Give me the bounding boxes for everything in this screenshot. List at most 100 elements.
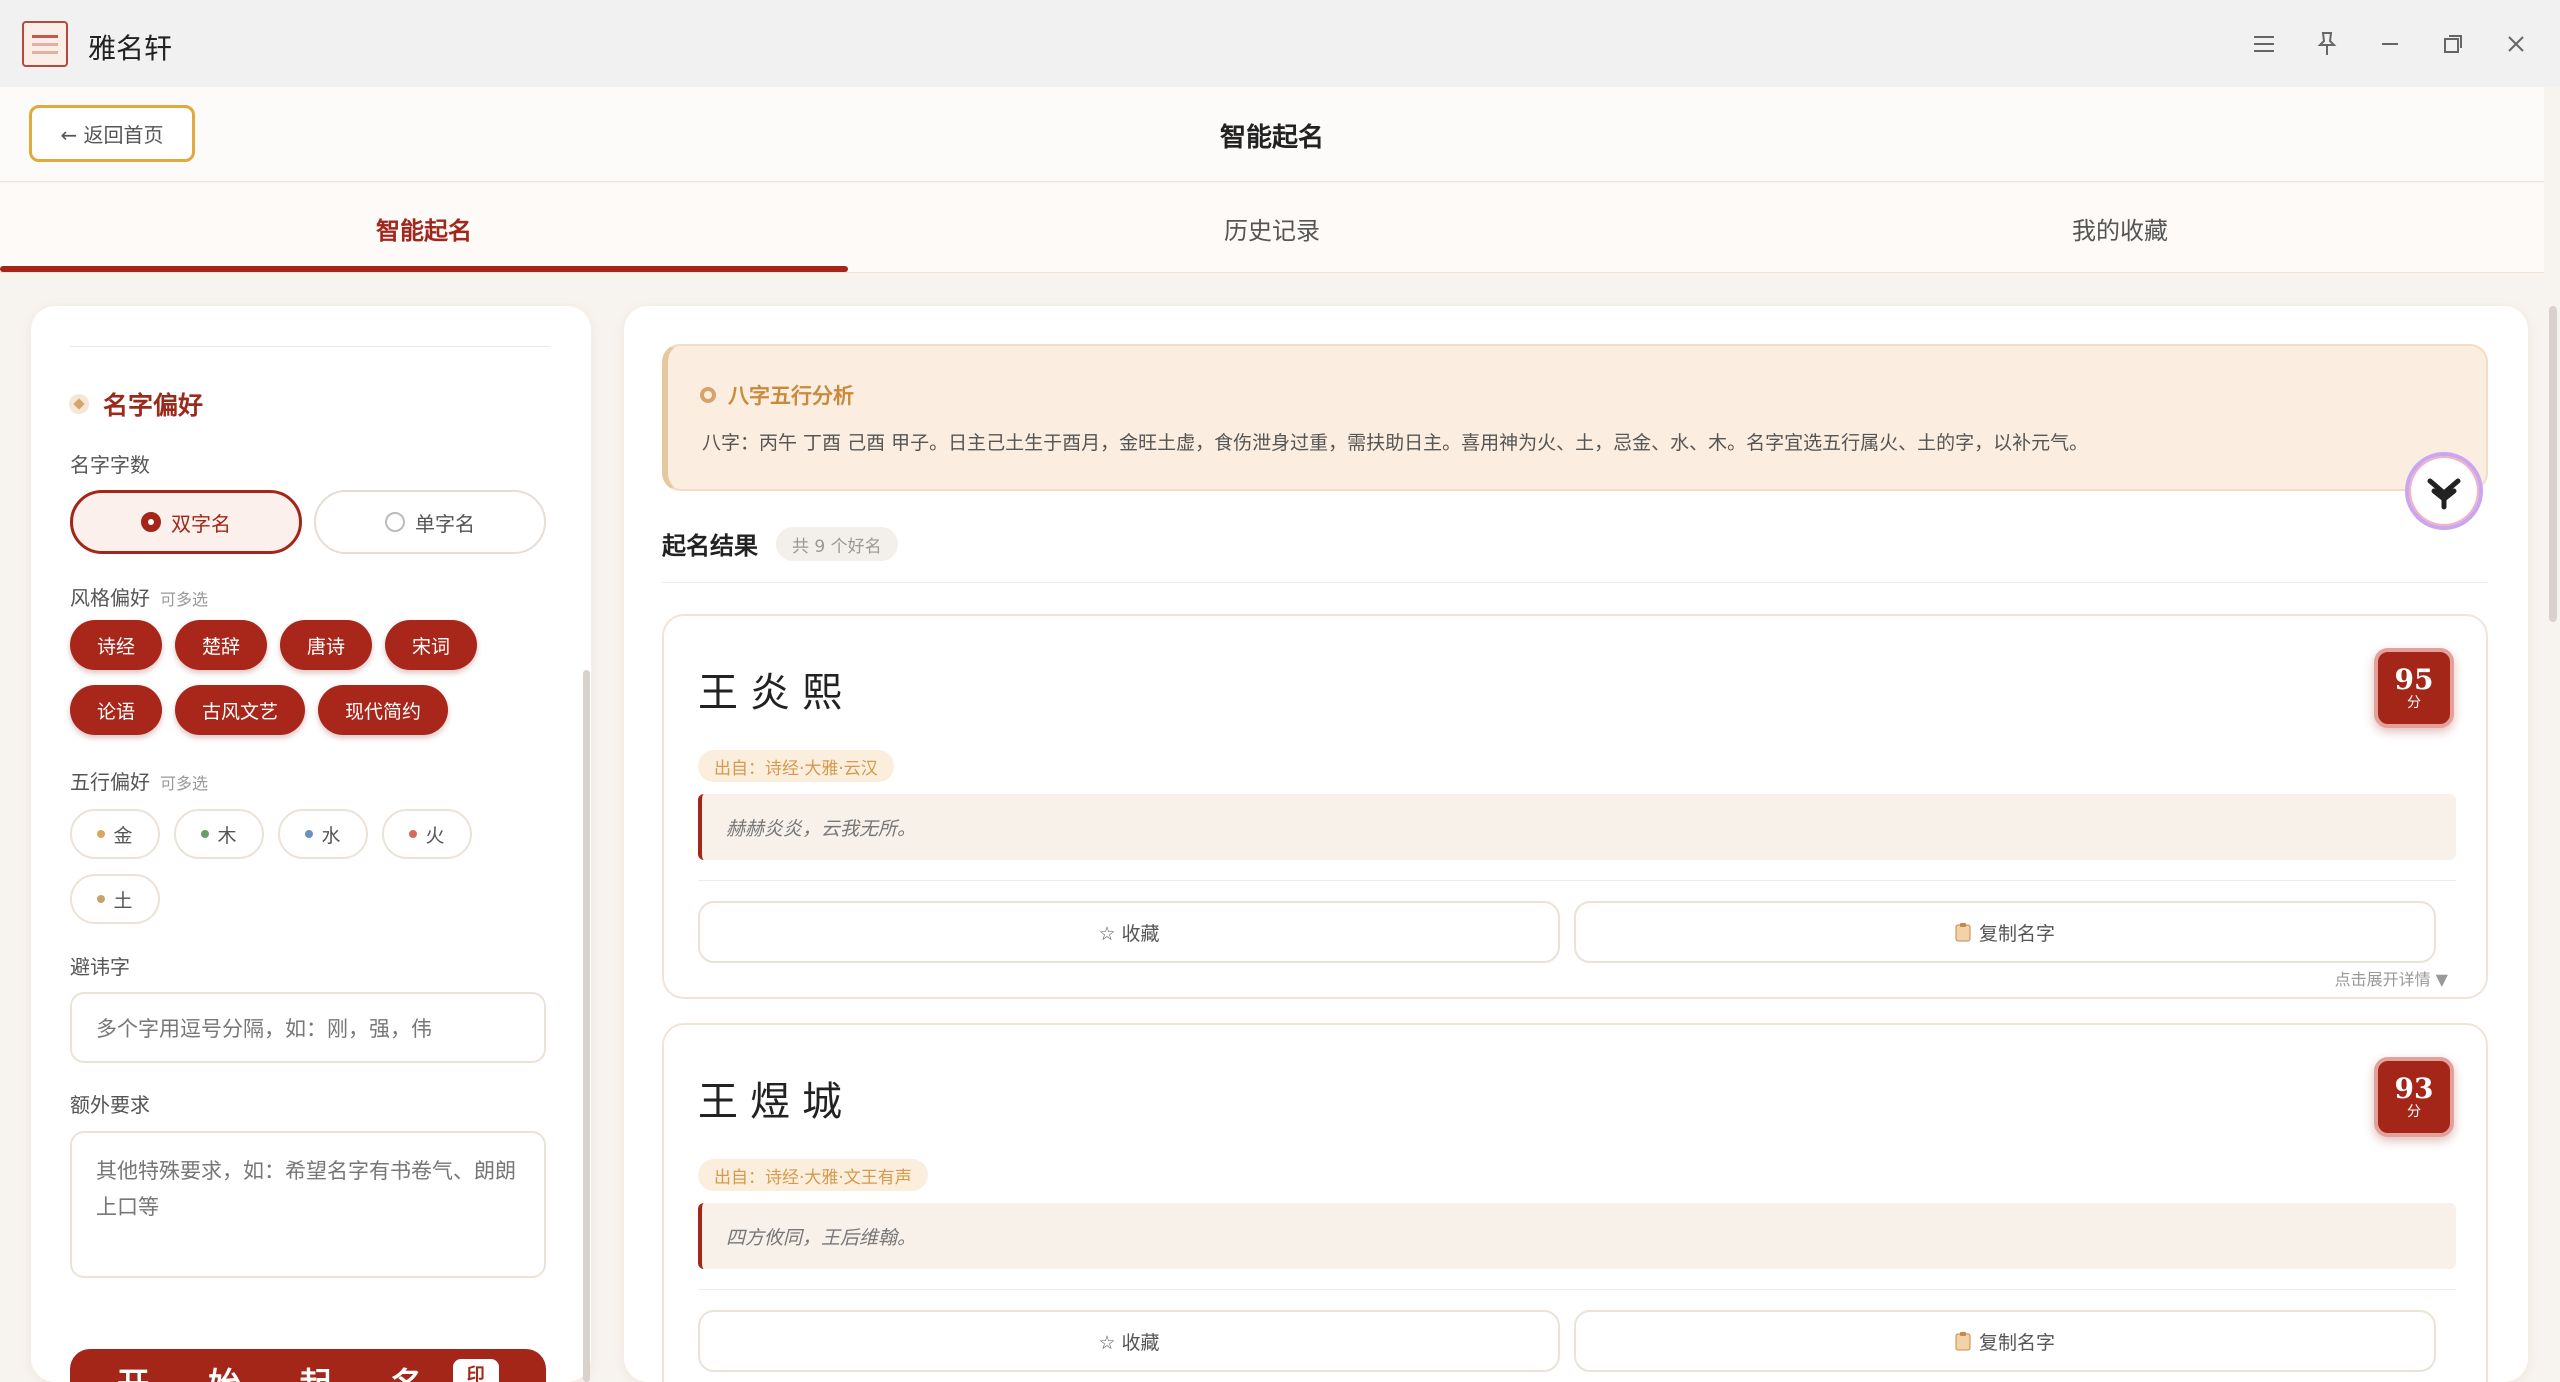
score-unit: 分 [2407,695,2421,711]
copy-name-button[interactable]: 复制名字 [1574,901,2436,963]
water-dot-icon [305,830,314,838]
source-tag: 出自：诗经·大雅·云汉 [698,750,894,782]
score-value: 95 [2394,663,2434,696]
seal-badge: 印 [452,1359,499,1382]
wuxing-label-text: 五行偏好 [70,770,150,794]
tab-bar: 智能起名 历史记录 我的收藏 [0,183,2544,273]
radio-unchecked-icon [385,512,405,532]
style-label: 风格偏好 可多选 [70,582,208,611]
wuxing-hint: 可多选 [160,774,209,793]
style-chip-gufeng[interactable]: 古风文艺 [175,685,305,735]
tab-history[interactable]: 历史记录 [848,183,1696,273]
copy-name-label: 复制名字 [1978,1331,2055,1354]
maximize-icon[interactable] [2433,24,2473,64]
style-hint: 可多选 [160,590,209,609]
wuxing-chip-metal[interactable]: 金 [70,809,160,859]
wuxing-label: 五行偏好 可多选 [70,766,208,795]
style-chip-songci[interactable]: 宋词 [385,620,477,670]
results-panel: 八字五行分析 八字：丙午 丁酉 己酉 甲子。日主己土生于酉月，金旺土虚，食伤泄身… [624,306,2528,1382]
clipboard-icon [1955,923,1971,942]
assistant-float-button[interactable] [2405,452,2483,530]
extra-requirements-textarea[interactable]: 其他特殊要求，如：希望名字有书卷气、朗朗上口等 [70,1131,546,1278]
tab-smart-naming[interactable]: 智能起名 [0,183,848,273]
bazi-title: 八字五行分析 [700,380,854,410]
preferences-section-title: 名字偏好 [69,386,203,422]
results-count-badge: 共 9 个好名 [776,527,898,561]
close-icon[interactable] [2496,24,2536,64]
divider [662,582,2488,583]
name-card[interactable]: 王煜城 93 分 出自：诗经·大雅·文王有声 四方攸同，王后维翰。 ☆ 收藏 复… [662,1023,2488,1382]
wuxing-chip-label: 金 [113,824,133,847]
divider [698,880,2456,881]
start-naming-label: 开 始 起 名 [117,1359,446,1382]
menu-icon[interactable] [2244,24,2284,64]
preferences-title-text: 名字偏好 [103,391,204,420]
source-quote: 四方攸同，王后维翰。 [698,1203,2456,1269]
radio-single-char[interactable]: 单字名 [314,490,546,554]
tab-favorites[interactable]: 我的收藏 [1696,183,2544,273]
wuxing-chip-earth[interactable]: 土 [70,874,160,924]
extra-label: 额外要求 [70,1093,150,1117]
coin-icon [700,387,716,403]
metal-dot-icon [97,830,106,838]
copy-name-label: 复制名字 [1978,922,2055,945]
avoid-chars-placeholder: 多个字用逗号分隔，如：刚，强，伟 [96,1016,432,1041]
score-badge: 93 分 [2374,1057,2454,1137]
candidate-name: 王炎熙 [698,670,854,716]
clipboard-icon [1955,1332,1971,1351]
radio-double-char-label: 双字名 [171,511,231,536]
title-bar: 雅名轩 [0,0,2560,87]
fire-dot-icon [409,830,418,838]
bazi-text: 八字：丙午 丁酉 己酉 甲子。日主己土生于酉月，金旺土虚，食伤泄身过重，需扶助日… [702,432,2089,454]
divider [698,1289,2456,1290]
page-header: ← 返回首页 智能起名 [0,87,2544,182]
app-title: 雅名轩 [88,32,173,65]
bazi-title-text: 八字五行分析 [728,384,854,408]
wuxing-chip-label: 土 [113,889,133,912]
name-count-label: 名字字数 [70,453,150,477]
style-chip-shijing[interactable]: 诗经 [70,620,162,670]
wuxing-chip-label: 水 [321,824,341,847]
source-tag: 出自：诗经·大雅·文王有声 [698,1159,928,1191]
right-scrollbar[interactable] [2549,306,2557,622]
pin-icon[interactable] [2307,24,2347,64]
wuxing-chip-wood[interactable]: 木 [174,809,264,859]
style-label-text: 风格偏好 [70,586,150,610]
wuxing-chip-label: 火 [425,824,445,847]
candidate-name: 王煜城 [698,1079,854,1125]
active-tab-indicator [0,266,848,272]
favorite-label: ☆ 收藏 [1098,922,1160,945]
divider [70,346,550,347]
minimize-icon[interactable] [2370,24,2410,64]
avoid-chars-input[interactable]: 多个字用逗号分隔，如：刚，强，伟 [70,992,546,1063]
results-title: 起名结果 [662,532,758,560]
wuxing-chip-water[interactable]: 水 [278,809,368,859]
app-logo-icon [22,21,68,67]
radio-single-char-label: 单字名 [415,511,475,536]
copy-name-button[interactable]: 复制名字 [1574,1310,2436,1372]
wuxing-chip-fire[interactable]: 火 [382,809,472,859]
extra-requirements-placeholder: 其他特殊要求，如：希望名字有书卷气、朗朗上口等 [96,1159,516,1219]
page-title: 智能起名 [1219,123,1324,153]
style-chip-lunyu[interactable]: 论语 [70,685,162,735]
start-naming-button[interactable]: 开 始 起 名印 [70,1349,546,1382]
radio-double-char[interactable]: 双字名 [70,490,302,554]
preferences-panel: 名字偏好 名字字数 双字名 单字名 风格偏好 可多选 诗经 楚辞 唐诗 宋词 论语… [31,306,591,1382]
favorite-button[interactable]: ☆ 收藏 [698,1310,1560,1372]
style-chip-modern[interactable]: 现代简约 [318,685,448,735]
favorite-button[interactable]: ☆ 收藏 [698,901,1560,963]
avoid-label: 避讳字 [70,955,130,979]
radio-checked-icon [141,512,161,532]
diamond-icon [69,394,89,414]
favorite-label: ☆ 收藏 [1098,1331,1160,1354]
left-scrollbar[interactable] [583,670,590,1382]
style-chip-tangshi[interactable]: 唐诗 [280,620,372,670]
name-card[interactable]: 王炎熙 95 分 出自：诗经·大雅·云汉 赫赫炎炎，云我无所。 ☆ 收藏 复制名… [662,614,2488,999]
bazi-analysis-box: 八字五行分析 八字：丙午 丁酉 己酉 甲子。日主己土生于酉月，金旺土虚，食伤泄身… [662,344,2488,491]
source-quote: 赫赫炎炎，云我无所。 [698,794,2456,860]
assistant-icon [2427,478,2461,510]
expand-details-link[interactable]: 点击展开详情 ▼ [2335,966,2448,990]
style-chip-chuci[interactable]: 楚辞 [175,620,267,670]
score-value: 93 [2394,1072,2434,1105]
wuxing-chip-label: 木 [217,824,237,847]
